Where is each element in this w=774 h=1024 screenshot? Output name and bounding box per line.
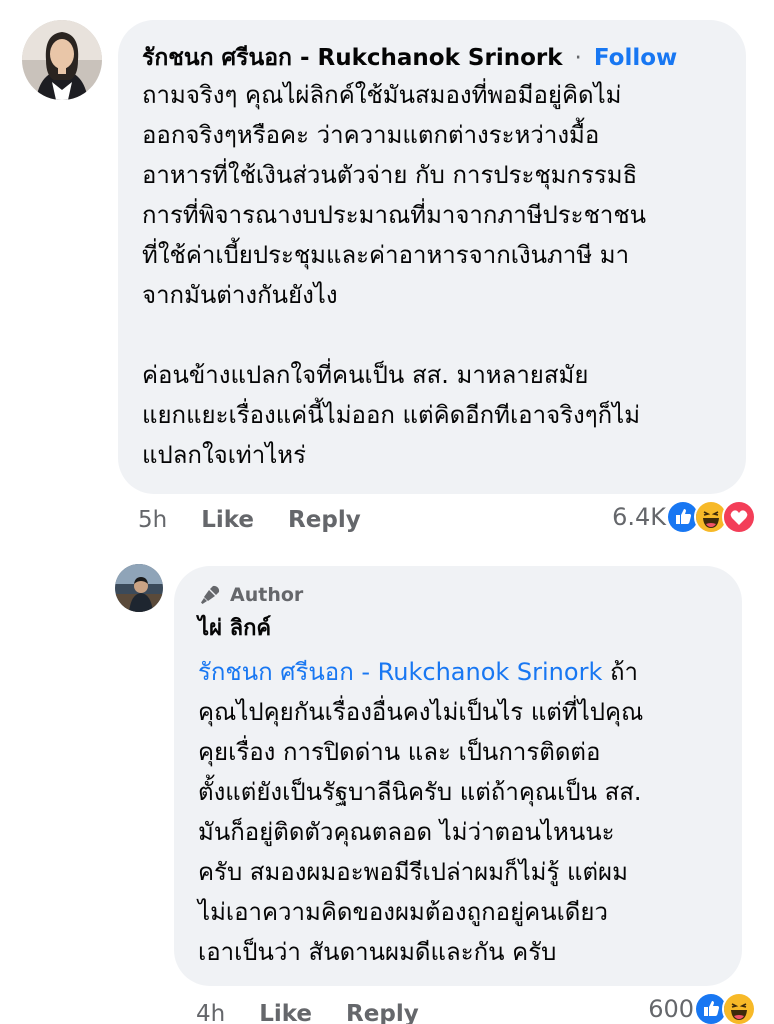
mention-link[interactable]: รักชนก ศรีนอก - Rukchanok Srinork xyxy=(198,658,602,686)
comment-header: รักชนก ศรีนอก - Rukchanok Srinork · Foll… xyxy=(142,42,722,74)
comment-line: แปลกใจเท่าไหร่ xyxy=(142,441,307,469)
reply-author-name[interactable]: ไผ่ ลิกค์ xyxy=(198,612,718,646)
comment-line: ที่ใช้ค่าเบี้ยประชุมและค่าอาหารจากเงินภา… xyxy=(142,241,630,269)
reply-button[interactable]: Reply xyxy=(346,1001,419,1024)
reply-line: รักชนก ศรีนอก - Rukchanok Srinork ถ้า xyxy=(198,652,718,692)
comment-timestamp[interactable]: 5h xyxy=(138,507,167,533)
reply-button[interactable]: Reply xyxy=(288,507,361,533)
reaction-count: 6.4K xyxy=(612,503,666,531)
follow-button[interactable]: Follow xyxy=(594,45,677,71)
commenter-avatar[interactable] xyxy=(22,20,102,100)
reply-line: ครับ สมองผมอะพอมีรีเปล่าผมก็ไม่รู้ แต่ผม xyxy=(198,858,628,886)
reply-line: คุยเรื่อง การปิดด่าน และ เป็นการติดต่อ xyxy=(198,738,601,766)
reply-line-rest: ถ้า xyxy=(602,658,638,686)
reply-line: เอาเป็นว่า สันดานผมดีและกัน ครับ xyxy=(198,938,557,966)
commenter-name[interactable]: รักชนก ศรีนอก - Rukchanok Srinork xyxy=(142,45,563,71)
comment-actions: 5h Like Reply xyxy=(138,502,395,538)
reply-text: รักชนก ศรีนอก - Rukchanok Srinork ถ้า คุ… xyxy=(198,652,718,972)
comment-line: ถามจริงๆ คุณไผ่ลิกค์ใช้มันสมองที่พอมีอยู… xyxy=(142,81,622,109)
comment-line: แยกแยะเรื่องแค่นี้ไม่ออก แต่คิดอีกทีเอาจ… xyxy=(142,401,641,429)
reply-line: คุณไปคุยกันเรื่องอื่นคงไม่เป็นไร แต่ที่ไ… xyxy=(198,698,644,726)
comment-line: การที่พิจารณางบประมาณที่มาจากภาษีประชาชน xyxy=(142,201,647,229)
microphone-icon xyxy=(201,585,220,604)
reply-line: ไม่เอาความคิดของผมต้องถูกอยู่คนเดียว xyxy=(198,898,608,926)
author-badge-label: Author xyxy=(230,584,304,606)
reply-actions: 4h Like Reply xyxy=(196,996,453,1024)
author-badge: Author xyxy=(198,582,718,608)
reply-line: ตั้งแต่ยังเป็นรัฐบาลีนิครับ แต่ถ้าคุณเป็… xyxy=(198,778,642,806)
like-button[interactable]: Like xyxy=(259,1001,312,1024)
comment-line: จากมันต่างกันยังไง xyxy=(142,281,338,309)
reaction-summary[interactable]: 6.4K xyxy=(612,500,756,534)
separator-dot: · xyxy=(574,45,582,71)
like-button[interactable]: Like xyxy=(201,507,254,533)
love-reaction-icon xyxy=(722,500,756,534)
reply-timestamp[interactable]: 4h xyxy=(196,1001,225,1024)
comment-thread: รักชนก ศรีนอก - Rukchanok Srinork · Foll… xyxy=(0,0,774,1024)
comment-bubble: รักชนก ศรีนอก - Rukchanok Srinork · Foll… xyxy=(118,20,746,494)
comment-text: ถามจริงๆ คุณไผ่ลิกค์ใช้มันสมองที่พอมีอยู… xyxy=(142,75,722,475)
comment-line: ออกจริงๆหรือคะ ว่าความแตกต่างระหว่างมื้อ xyxy=(142,121,600,149)
haha-reaction-icon xyxy=(722,992,756,1024)
reaction-count: 600 xyxy=(648,995,694,1023)
reply-bubble: Author ไผ่ ลิกค์ รักชนก ศรีนอก - Rukchan… xyxy=(174,566,742,986)
comment-line: อาหารที่ใช้เงินส่วนตัวจ่าย กับ การประชุม… xyxy=(142,161,638,189)
reaction-summary[interactable]: 600 xyxy=(648,992,756,1024)
comment-line: ค่อนข้างแปลกใจที่คนเป็น สส. มาหลายสมัย xyxy=(142,361,589,389)
author-avatar[interactable] xyxy=(115,564,163,612)
reply-line: มันก็อยู่ติดตัวคุณตลอด ไม่ว่าตอนไหนนะ xyxy=(198,818,615,846)
